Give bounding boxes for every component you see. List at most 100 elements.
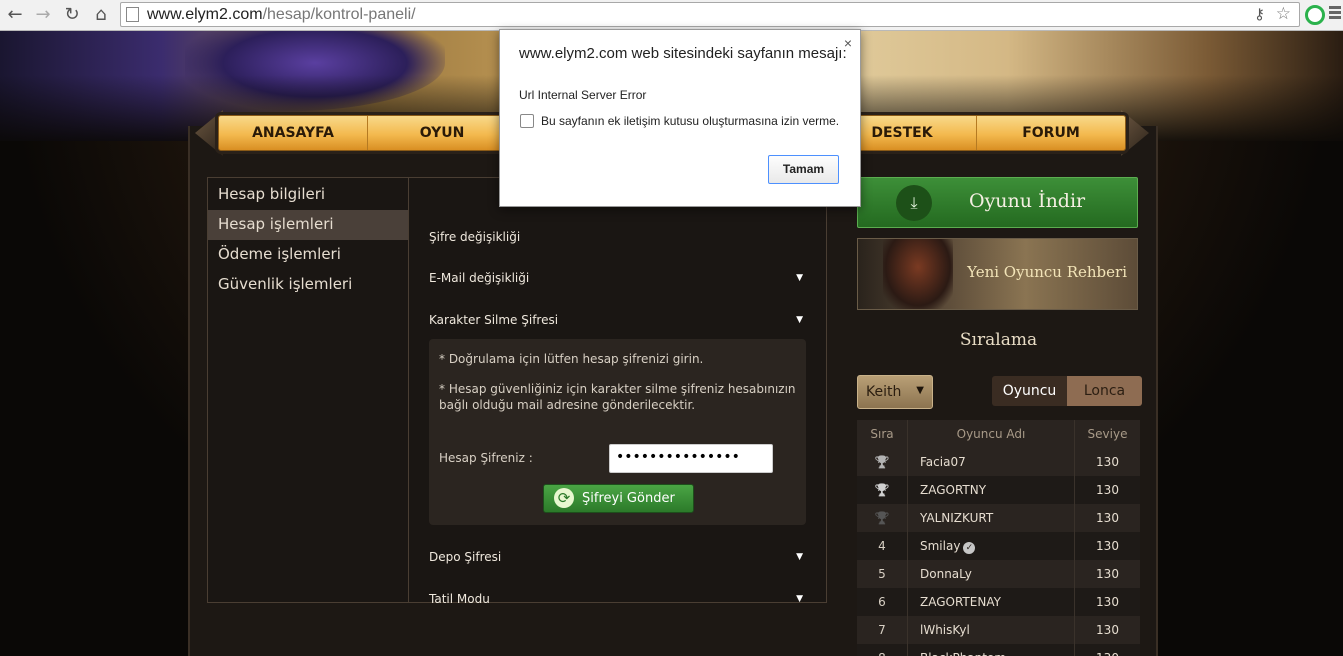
nav-game[interactable]: OYUN xyxy=(368,116,518,150)
new-player-guide-banner[interactable]: Yeni Oyuncu Rehberi xyxy=(857,238,1138,310)
player-name-cell[interactable]: BlackPhantom xyxy=(907,644,1075,656)
verified-check-icon: ✓ xyxy=(963,542,976,554)
caret-down-icon: ▼ xyxy=(796,273,803,283)
info-text-mail-line2: bağlı olduğu mail adresine gönderilecekt… xyxy=(439,398,696,412)
bookmark-star-icon[interactable]: ☆ xyxy=(1276,4,1291,24)
level-cell: 130 xyxy=(1096,539,1119,553)
forward-arrow-icon[interactable]: → xyxy=(31,3,55,27)
reload-icon[interactable]: ↻ xyxy=(60,3,84,27)
ranking-rows: 🏆 Facia07 130 🏆 ZAGORTNY 130 🏆 YALNIZKURT 130 4 Sm… xyxy=(857,448,1140,656)
browser-toolbar: ← → ↻ ⌂ www.elym2.com/hesap/kontrol-pane… xyxy=(0,0,1343,31)
ranking-title: Sıralama xyxy=(959,330,1038,350)
sidebar-item-security[interactable]: Güvenlik işlemleri xyxy=(208,270,408,300)
header-level: Seviye xyxy=(1087,427,1128,441)
header-rank: Sıra xyxy=(870,427,894,441)
server-select-value: Keith xyxy=(866,384,902,400)
alert-dialog: × www.elym2.com web sitesindeki sayfanın… xyxy=(499,29,861,207)
sidebar-item-account-info[interactable]: Hesap bilgileri xyxy=(208,180,408,210)
caret-down-icon: ▼ xyxy=(796,315,803,325)
sidebar-item-account-actions[interactable]: Hesap işlemleri xyxy=(208,210,408,240)
home-icon[interactable]: ⌂ xyxy=(89,3,113,27)
player-name-cell[interactable]: lWhisKyl xyxy=(907,616,1075,644)
dropdown-arrow-icon: ▼ xyxy=(916,385,924,396)
accordion-char-delete-password[interactable]: Karakter Silme Şifresi ▼ xyxy=(429,313,807,337)
level-cell: 130 xyxy=(1096,623,1119,637)
info-text-mail-line1: * Hesap güvenliğiniz için karakter silme… xyxy=(439,382,796,396)
dialog-message: Url Internal Server Error xyxy=(519,88,647,102)
nav-forum[interactable]: FORUM xyxy=(977,116,1125,150)
player-name-cell[interactable]: ZAGORTENAY xyxy=(907,588,1075,616)
accordion-vacation-mode[interactable]: Tatil Modu ▼ xyxy=(429,592,807,616)
trophy-icon: 🏆 xyxy=(874,455,890,469)
player-name: ZAGORTENAY xyxy=(920,595,1001,609)
ok-button[interactable]: Tamam xyxy=(768,155,839,184)
rank-cell: 🏆 xyxy=(857,448,907,476)
table-row: 🏆 YALNIZKURT 130 xyxy=(857,504,1140,532)
level-cell: 130 xyxy=(1096,567,1119,581)
player-name: Smilay xyxy=(920,539,961,553)
level-cell: 130 xyxy=(1096,455,1119,469)
rank-cell: 🏆 xyxy=(857,476,907,504)
table-row: 🏆 ZAGORTNY 130 xyxy=(857,476,1140,504)
player-name-cell[interactable]: Facia07 xyxy=(907,448,1075,476)
back-arrow-icon[interactable]: ← xyxy=(3,3,27,27)
send-password-button[interactable]: ⟳ Şifreyi Gönder xyxy=(543,484,694,513)
guide-portrait-image xyxy=(883,239,953,309)
send-password-label: Şifreyi Gönder xyxy=(582,491,675,506)
accordion-label: Depo Şifresi xyxy=(429,550,502,564)
download-game-button[interactable]: ⤓ Oyunu İndir xyxy=(857,177,1138,228)
header-player-name: Oyuncu Adı xyxy=(907,420,1075,448)
suppress-dialogs-checkbox[interactable] xyxy=(520,114,534,128)
player-name-cell[interactable]: ZAGORTNY xyxy=(907,476,1075,504)
extension-icon[interactable] xyxy=(1305,5,1325,25)
sidebar-item-payment[interactable]: Ödeme işlemleri xyxy=(208,240,408,270)
tab-player[interactable]: Oyuncu xyxy=(992,376,1067,406)
trophy-icon: 🏆 xyxy=(874,483,890,497)
guide-label: Yeni Oyuncu Rehberi xyxy=(967,263,1127,281)
url-host: www.elym2.com xyxy=(147,6,263,23)
account-sidebar: Hesap bilgileri Hesap işlemleri Ödeme iş… xyxy=(208,178,409,602)
ranking-tabs: Oyuncu Lonca xyxy=(992,376,1142,406)
address-bar[interactable]: www.elym2.com/hesap/kontrol-paneli/ ⚷ ☆ xyxy=(120,2,1300,27)
nav-home[interactable]: ANASAYFA xyxy=(219,116,369,150)
password-input[interactable]: ••••••••••••••• xyxy=(609,444,773,473)
ranking-table-header: Sıra Oyuncu Adı Seviye xyxy=(857,420,1140,448)
rank-cell: 8 xyxy=(857,644,907,656)
accordion-email-change[interactable]: E-Mail değişikliği ▼ xyxy=(429,271,807,295)
ranking-table: Sıra Oyuncu Adı Seviye 🏆 Facia07 130 🏆 ZAGOR… xyxy=(857,420,1140,656)
rank-cell: 6 xyxy=(878,595,886,609)
trophy-icon: 🏆 xyxy=(874,511,890,525)
accordion-label: E-Mail değişikliği xyxy=(429,271,530,285)
suppress-dialogs-label[interactable]: Bu sayfanın ek iletişim kutusu oluşturma… xyxy=(541,114,839,128)
dialog-title: www.elym2.com web sitesindeki sayfanın m… xyxy=(519,45,847,62)
accordion-password-change[interactable]: Şifre değişikliği xyxy=(429,230,807,254)
caret-down-icon: ▼ xyxy=(796,552,803,562)
accordion-storage-password[interactable]: Depo Şifresi ▼ xyxy=(429,550,807,574)
player-name-cell[interactable]: DonnaLy xyxy=(907,560,1075,588)
level-cell: 130 xyxy=(1096,511,1119,525)
player-name: ZAGORTNY xyxy=(920,483,987,497)
download-icon: ⤓ xyxy=(896,185,932,221)
player-name-cell[interactable]: YALNIZKURT xyxy=(907,504,1075,532)
tab-guild[interactable]: Lonca xyxy=(1067,376,1142,406)
accordion-label: Şifre değişikliği xyxy=(429,230,521,244)
menu-icon[interactable] xyxy=(1329,6,1341,21)
password-label: Hesap Şifreniz : xyxy=(439,451,533,465)
player-name: lWhisKyl xyxy=(920,623,970,637)
player-name: DonnaLy xyxy=(920,567,972,581)
player-name: Facia07 xyxy=(920,455,966,469)
player-name-cell[interactable]: Smilay ✓ xyxy=(907,532,1075,560)
server-select[interactable]: Keith ▼ xyxy=(857,375,933,409)
player-name: BlackPhantom xyxy=(920,651,1006,656)
player-name: YALNIZKURT xyxy=(920,511,994,525)
char-delete-form: * Doğrulama için lütfen hesap şifrenizi … xyxy=(429,339,806,525)
key-icon[interactable]: ⚷ xyxy=(1254,5,1265,23)
table-row: 🏆 Facia07 130 xyxy=(857,448,1140,476)
accordion-label: Tatil Modu xyxy=(429,592,490,606)
rank-cell: 5 xyxy=(878,567,886,581)
table-row: 4 Smilay ✓ 130 xyxy=(857,532,1140,560)
table-row: 5 DonnaLy 130 xyxy=(857,560,1140,588)
download-label: Oyunu İndir xyxy=(969,190,1086,212)
table-row: 6 ZAGORTENAY 130 xyxy=(857,588,1140,616)
table-row: 8 BlackPhantom 130 xyxy=(857,644,1140,656)
